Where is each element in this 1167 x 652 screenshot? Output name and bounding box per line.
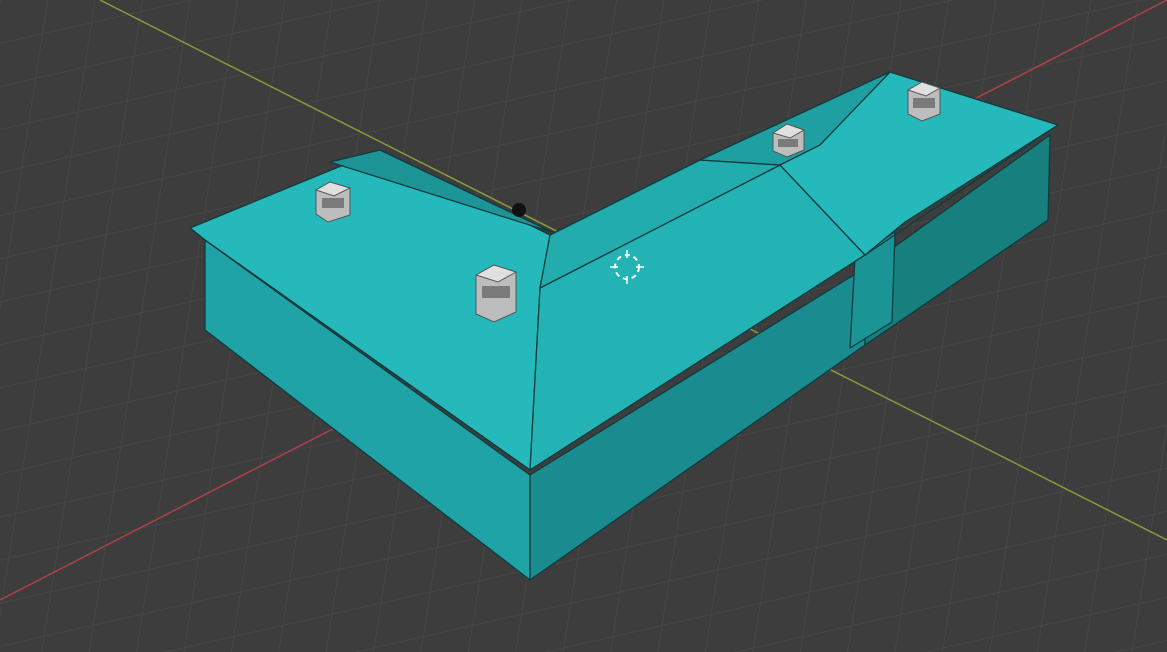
chimney-1[interactable] [314, 181, 352, 223]
light-object-icon[interactable] [512, 203, 526, 217]
chimney-2[interactable] [474, 264, 518, 323]
chimney-4[interactable] [906, 81, 942, 122]
viewport-canvas[interactable] [0, 0, 1167, 652]
3d-viewport[interactable] [0, 0, 1167, 652]
